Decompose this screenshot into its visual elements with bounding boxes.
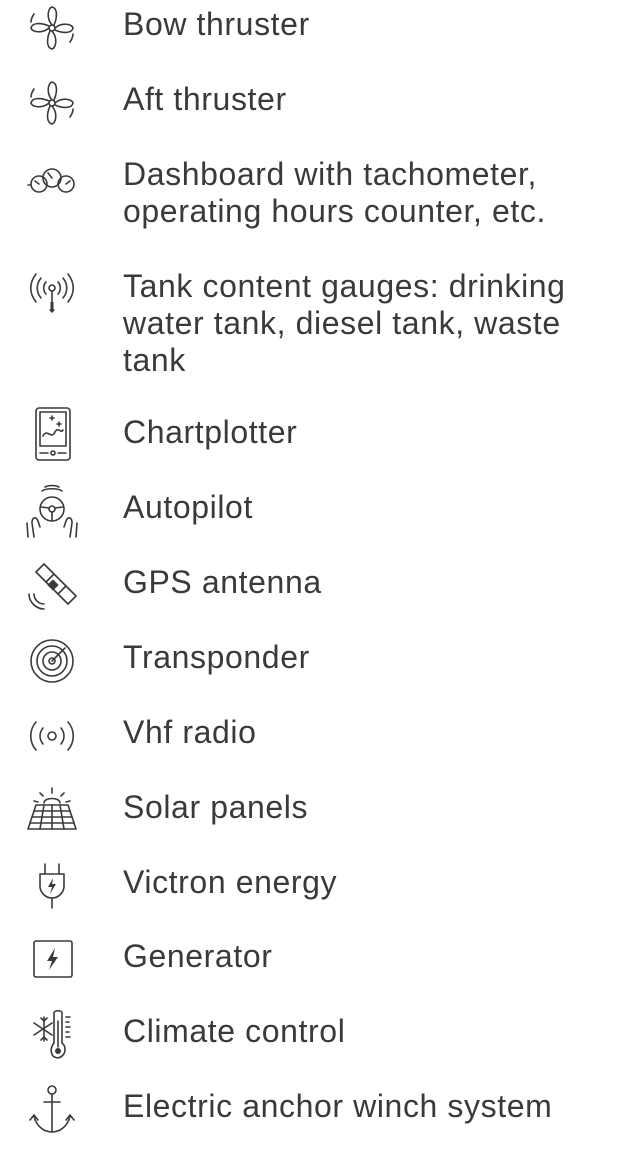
feature-label: GPS antenna	[123, 564, 322, 600]
feature-label: Tank content gauges: drinking water tank…	[123, 268, 566, 378]
feature-label: Aft thruster	[123, 81, 287, 117]
gauges-icon	[24, 152, 80, 208]
fan-icon	[24, 75, 80, 131]
fan-icon	[24, 0, 80, 56]
feature-label: Victron energy	[123, 864, 338, 900]
chartplotter-icon	[24, 406, 80, 462]
satellite-icon	[24, 558, 80, 614]
thermometer-snowflake-icon	[24, 1007, 80, 1063]
feature-label: Bow thruster	[123, 6, 310, 42]
radio-waves-icon	[24, 708, 80, 764]
feature-label: Transponder	[123, 639, 310, 675]
steering-hands-icon	[24, 483, 80, 539]
sensor-signal-icon	[24, 262, 80, 318]
anchor-icon	[24, 1082, 80, 1138]
lightning-box-icon	[24, 932, 80, 988]
feature-label: Solar panels	[123, 789, 309, 825]
feature-label: Dashboard with tachometer, operating hou…	[123, 156, 546, 229]
plug-icon	[24, 858, 80, 914]
feature-label: Generator	[123, 938, 273, 974]
solar-panel-icon	[24, 783, 80, 839]
radar-icon	[24, 633, 80, 689]
feature-label: Electric anchor winch system	[123, 1088, 553, 1124]
feature-label: Chartplotter	[123, 414, 298, 450]
feature-label: Autopilot	[123, 489, 253, 525]
feature-label: Vhf radio	[123, 714, 257, 750]
feature-label: Climate control	[123, 1013, 346, 1049]
